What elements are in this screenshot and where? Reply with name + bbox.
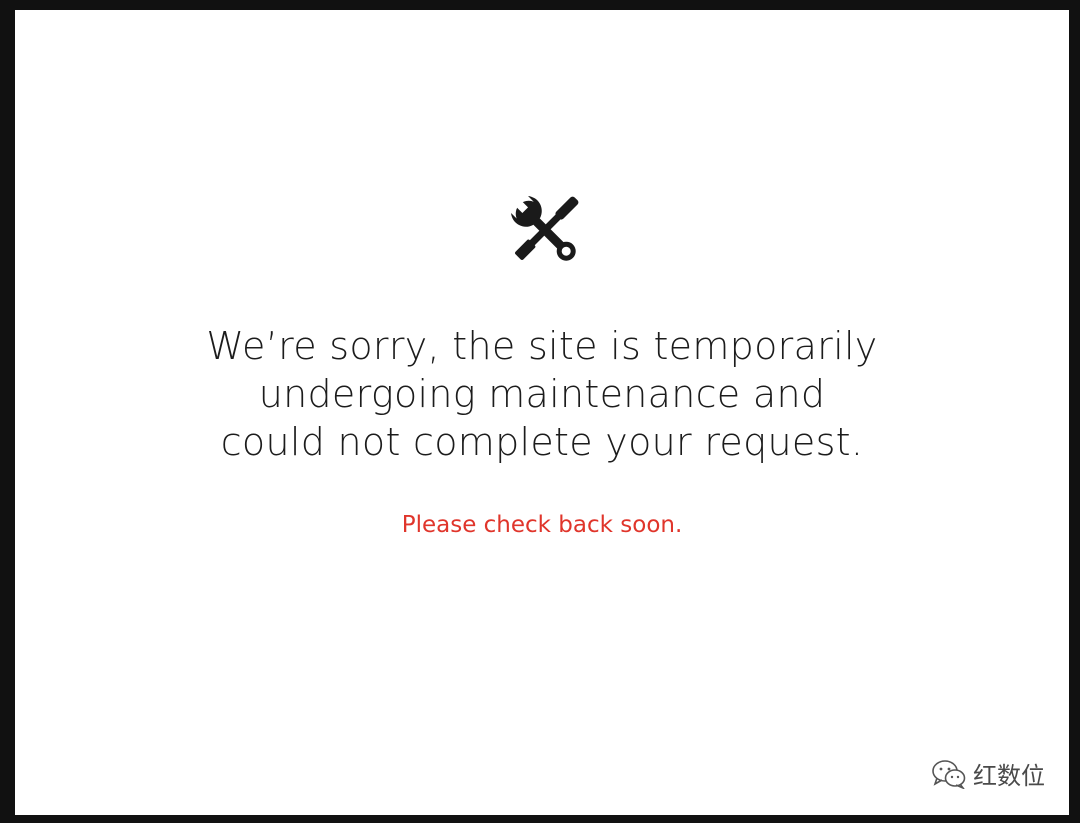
check-back-text: Please check back soon. — [401, 512, 683, 538]
maintenance-panel: We’re sorry, the site is temporarily und… — [15, 10, 1069, 815]
message-line: We’re sorry, the site is temporarily — [206, 324, 878, 368]
maintenance-message: We’re sorry, the site is temporarily und… — [15, 322, 1069, 466]
watermark-text: 红数位 — [973, 762, 1045, 790]
wechat-icon — [931, 759, 967, 789]
message-line: undergoing maintenance and — [258, 372, 826, 416]
message-line: could not complete your request. — [220, 420, 864, 464]
tools-icon — [507, 194, 583, 266]
watermark: 红数位 — [931, 756, 1045, 791]
